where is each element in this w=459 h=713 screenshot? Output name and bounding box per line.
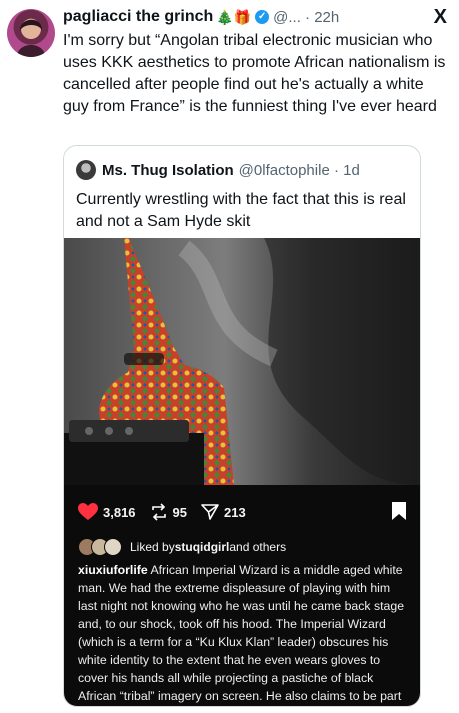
caption-username[interactable]: xiuxiuforlife <box>78 563 148 577</box>
x-logo-icon: X <box>433 5 447 28</box>
tweet: pagliacci the grinch 🎄🎁 ✓ @... · 22h X I… <box>0 0 459 713</box>
tweet-text: I'm sorry but “Angolan tribal electronic… <box>63 32 446 115</box>
performer-photo <box>64 238 420 485</box>
likes-count: 3,816 <box>103 504 136 520</box>
tweet-header: pagliacci the grinch 🎄🎁 ✓ @... · 22h X <box>63 6 447 28</box>
shares-count: 213 <box>224 504 246 520</box>
verified-badge-icon: ✓ <box>255 10 270 24</box>
quoted-tweet-header: Ms. Thug Isolation @0lfactophile · 1d <box>76 160 412 180</box>
reposts-count: 95 <box>172 504 188 520</box>
author-emojis: 🎄🎁 <box>216 8 252 25</box>
instagram-screenshot-panel: 3,816 95 213 Liked by stuqidgirl and oth… <box>64 485 420 706</box>
quoted-author-handle-time[interactable]: @0lfactophile · 1d <box>239 162 360 179</box>
quoted-media-image[interactable] <box>64 238 420 485</box>
like-action[interactable]: 3,816 <box>78 503 136 521</box>
caption-text: African Imperial Wizard is a middle aged… <box>78 563 405 703</box>
author-name[interactable]: pagliacci the grinch <box>63 8 213 26</box>
repost-action[interactable]: 95 <box>150 503 187 521</box>
liker-avatar <box>104 538 122 556</box>
bookmark-icon <box>392 501 406 520</box>
liked-by-prefix: Liked by <box>130 540 175 554</box>
heart-icon <box>78 503 98 520</box>
repost-icon <box>151 503 166 521</box>
liker-avatars <box>78 538 122 556</box>
send-icon <box>201 504 219 520</box>
liked-by-row: Liked by stuqidgirl and others <box>78 538 410 556</box>
author-handle-time[interactable]: @... · 22h <box>273 9 339 26</box>
instagram-actions-bar: 3,816 95 213 <box>78 500 406 524</box>
author-avatar[interactable] <box>7 9 55 57</box>
quoted-author-avatar[interactable] <box>76 160 96 180</box>
liked-by-user[interactable]: stuqidgirl <box>175 540 230 554</box>
author-avatar-image <box>17 19 45 57</box>
bookmark-action[interactable] <box>392 501 406 523</box>
instagram-caption: xiuxiuforlife African Imperial Wizard is… <box>78 561 408 706</box>
quoted-tweet-text: Currently wrestling with the fact that t… <box>76 191 406 230</box>
quoted-author-name[interactable]: Ms. Thug Isolation <box>102 162 234 179</box>
quoted-tweet[interactable]: Ms. Thug Isolation @0lfactophile · 1d Cu… <box>63 145 421 707</box>
liked-by-suffix: and others <box>229 540 287 554</box>
share-action[interactable]: 213 <box>201 503 246 521</box>
